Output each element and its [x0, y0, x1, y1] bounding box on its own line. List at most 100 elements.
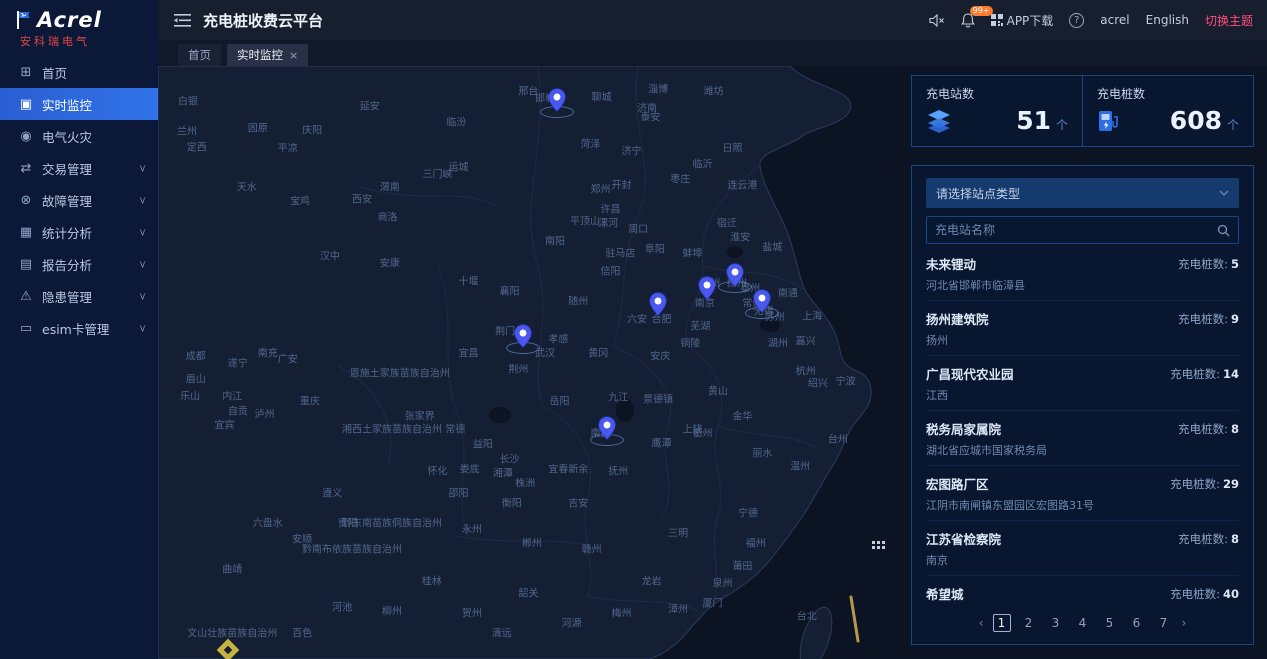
- sidebar-item[interactable]: ▣ 实时监控: [0, 88, 158, 120]
- report-icon: ▤: [16, 257, 36, 272]
- transaction-icon: ⇄: [16, 161, 36, 176]
- station-name: 广昌现代农业园: [926, 364, 1014, 383]
- station-row-top: 希望城 充电桩数:40: [926, 584, 1239, 603]
- station-list-item[interactable]: 江苏省检察院 充电桩数:8 南京: [926, 521, 1239, 576]
- sidebar-item-label: 报告分析: [42, 255, 92, 274]
- station-list: 未来锂动充电桩数:5河北省邯郸市临漳县扬州建筑院充电桩数:9扬州广昌现代农业园充…: [926, 246, 1239, 605]
- tab-item[interactable]: 首页: [178, 44, 221, 66]
- yellow-line-decoration: [851, 597, 858, 641]
- collapse-menu-icon[interactable]: [174, 14, 191, 27]
- charging-station-pin[interactable]: [514, 324, 532, 348]
- username[interactable]: acrel: [1100, 13, 1129, 27]
- pagination-page[interactable]: 7: [1155, 616, 1173, 630]
- station-name: 未来锂动: [926, 254, 976, 273]
- station-pile-count: 充电桩数:5: [1178, 256, 1239, 272]
- sim-card-icon: ▭: [16, 321, 36, 336]
- mute-icon[interactable]: [929, 14, 945, 27]
- sidebar-item[interactable]: ▤报告分析>: [0, 248, 158, 280]
- help-icon[interactable]: ?: [1069, 13, 1084, 28]
- station-pile-count: 充电桩数:40: [1170, 586, 1239, 602]
- station-pile-count: 充电桩数:8: [1178, 531, 1239, 547]
- charging-station-pin[interactable]: [598, 416, 616, 440]
- station-name: 扬州建筑院: [926, 309, 989, 328]
- station-list-item[interactable]: 希望城充电桩数:40广西: [926, 576, 1239, 605]
- stats-icon: ▦: [16, 225, 36, 240]
- stat-piles: 充电桩数 608个: [1082, 76, 1253, 146]
- station-list-item[interactable]: 扬州建筑院充电桩数:9扬州: [926, 301, 1239, 356]
- header: 充电桩收费云平台 99+ APP下载 ? acrel English 切换主题: [158, 0, 1267, 40]
- sidebar-item[interactable]: ◉ 电气火灾: [0, 120, 158, 152]
- app: Acrel 安科瑞电气 ⊞首页▣实时监控◉电气火灾⇄交易管理>⊗故障管理>▦统计…: [0, 0, 1267, 659]
- station-list-item[interactable]: 税务局家属院充电桩数:8湖北省应城市国家税务局: [926, 411, 1239, 466]
- tab-active[interactable]: 实时监控 ×: [227, 44, 308, 66]
- search-icon[interactable]: [1217, 224, 1230, 237]
- pagination-page[interactable]: 4: [1074, 616, 1092, 630]
- site-type-select[interactable]: 请选择站点类型: [926, 178, 1239, 208]
- sidebar-item-label: 实时监控: [42, 95, 92, 114]
- charging-station-pin[interactable]: [649, 292, 667, 316]
- layers-icon: [926, 109, 952, 133]
- pagination-next[interactable]: ›: [1182, 616, 1187, 630]
- station-pile-count: 充电桩数:9: [1178, 311, 1239, 327]
- station-name: 希望城: [926, 584, 964, 603]
- chevron-down-icon: >: [136, 292, 147, 300]
- fire-icon: ◉: [16, 129, 36, 144]
- sidebar-item-label: 交易管理: [42, 159, 92, 178]
- app-download-label: APP下载: [1007, 12, 1054, 29]
- pagination-page[interactable]: 3: [1047, 616, 1065, 630]
- station-list-item[interactable]: 广昌现代农业园充电桩数:14 江西: [926, 356, 1239, 411]
- chevron-down-icon: >: [136, 196, 147, 204]
- acrel-logo-icon: [16, 11, 32, 29]
- sidebar-item-label: 电气火灾: [42, 127, 92, 146]
- pagination-prev[interactable]: ‹: [979, 616, 984, 630]
- acrel-logo: Acrel 安科瑞电气: [0, 0, 158, 50]
- station-list-item[interactable]: 宏图路厂区充电桩数:29江阴市南闸镇东盟园区宏图路31号: [926, 466, 1239, 521]
- charging-station-pin[interactable]: [753, 289, 771, 313]
- language-switch[interactable]: English: [1146, 13, 1189, 27]
- main: 充电桩收费云平台 99+ APP下载 ? acrel English 切换主题: [158, 0, 1267, 659]
- hazard-icon: ⚠: [16, 289, 36, 304]
- station-location: 河北省邯郸市临漳县: [926, 277, 1239, 293]
- charging-station-pin[interactable]: [698, 276, 716, 300]
- charging-pile-icon: [1097, 109, 1119, 133]
- monitor-icon: ▣: [16, 97, 36, 112]
- chevron-down-icon: >: [136, 228, 147, 236]
- chevron-down-icon: >: [136, 324, 147, 332]
- sidebar-item[interactable]: ▭ esim卡管理 >: [0, 312, 158, 344]
- qr-code-icon: [991, 14, 1003, 26]
- station-location: 江阴市南闸镇东盟园区宏图路31号: [926, 497, 1239, 513]
- sidebar-item-label: esim卡管理: [42, 319, 109, 338]
- pagination-page[interactable]: 6: [1128, 616, 1146, 630]
- station-row-top: 江苏省检察院 充电桩数:8: [926, 529, 1239, 548]
- pagination-page[interactable]: 5: [1101, 616, 1119, 630]
- station-name: 江苏省检察院: [926, 529, 1001, 548]
- app-download-button[interactable]: APP下载: [991, 12, 1054, 29]
- site-type-select-value: 请选择站点类型: [936, 185, 1020, 202]
- notification-badge: 99+: [970, 6, 993, 16]
- pagination-page[interactable]: 1: [993, 614, 1011, 632]
- station-row-top: 未来锂动 充电桩数:5: [926, 254, 1239, 273]
- sidebar-item[interactable]: ⊗故障管理>: [0, 184, 158, 216]
- station-search-input[interactable]: [935, 223, 1217, 237]
- station-list-item[interactable]: 未来锂动 充电桩数:5 河北省邯郸市临漳县: [926, 246, 1239, 301]
- charging-station-pin[interactable]: [726, 263, 744, 287]
- tab-label: 实时监控: [237, 47, 283, 63]
- sidebar-item[interactable]: ⇄交易管理>: [0, 152, 158, 184]
- sidebar-item[interactable]: ⊞首页: [0, 56, 158, 88]
- station-location: 江西: [926, 387, 1239, 403]
- logo-title: Acrel: [37, 8, 102, 32]
- charging-station-pin[interactable]: [548, 88, 566, 112]
- sidebar-nav: ⊞首页▣实时监控◉电气火灾⇄交易管理>⊗故障管理>▦统计分析>▤报告分析>⚠隐患…: [0, 56, 158, 344]
- notifications-bell-icon[interactable]: 99+: [961, 13, 975, 28]
- sidebar-item[interactable]: ⚠隐患管理>: [0, 280, 158, 312]
- station-panel: 请选择站点类型 未来锂动充电桩数:5河北省邯郸市临漳县扬州建筑院充电桩数:9扬州…: [911, 165, 1254, 645]
- sidebar-item[interactable]: ▦统计分析>: [0, 216, 158, 248]
- station-name: 税务局家属院: [926, 419, 1001, 438]
- tab-close-icon[interactable]: ×: [289, 49, 298, 62]
- station-row-top: 广昌现代农业园充电桩数:14: [926, 364, 1239, 383]
- stat-stations: 充电站数 51个: [912, 76, 1082, 146]
- theme-switch-link[interactable]: 切换主题: [1205, 12, 1253, 29]
- pagination-page[interactable]: 2: [1020, 616, 1038, 630]
- station-location: 南京: [926, 552, 1239, 568]
- tab-bar: 首页实时监控 ×: [158, 40, 1267, 66]
